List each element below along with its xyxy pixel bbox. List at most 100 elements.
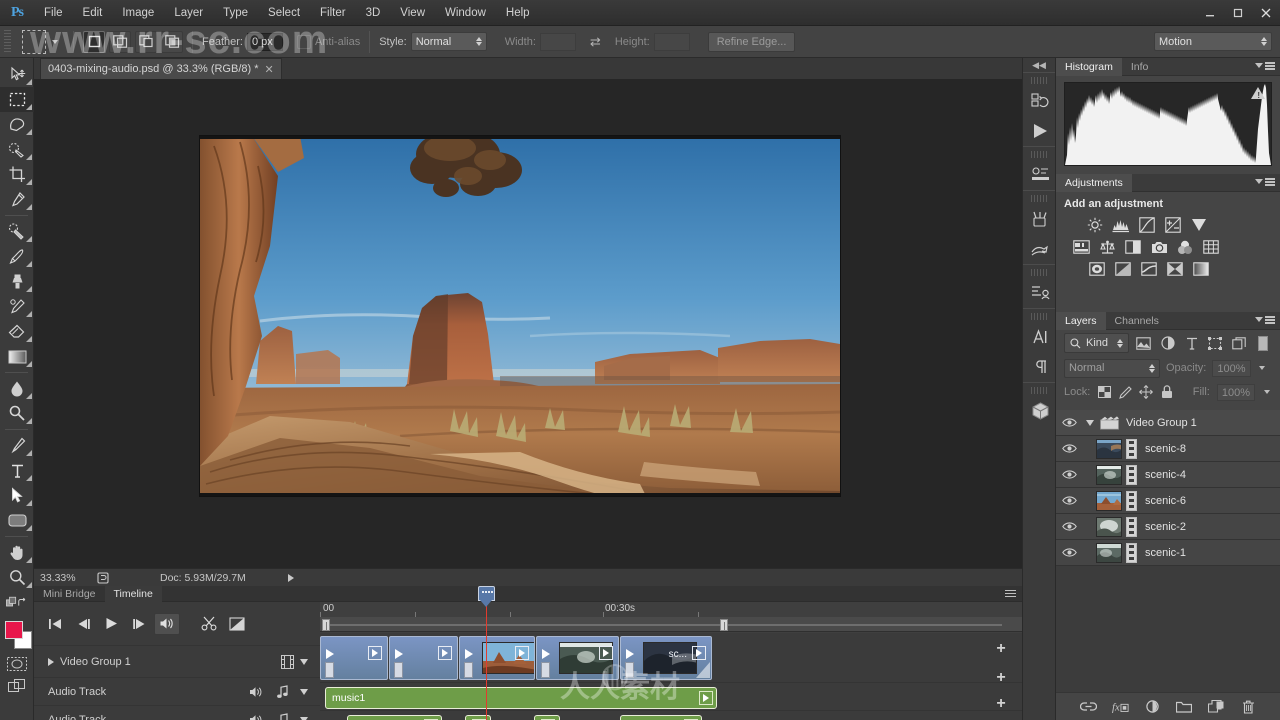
3d-icon[interactable] [1023,396,1057,426]
layer-row-scenic-1[interactable]: scenic-1 [1056,540,1280,566]
dock-grip[interactable] [1031,151,1047,158]
track-menu-chevron-icon[interactable] [300,658,308,665]
video-clip-5[interactable]: sc... [620,636,712,680]
fill-value[interactable]: 100% [1216,383,1255,401]
tab-layers[interactable]: Layers [1056,311,1106,330]
gradient-map-icon[interactable] [1192,260,1210,278]
adjustment-filter-icon[interactable] [1159,333,1177,353]
group-disclosure-icon[interactable] [1082,419,1098,426]
add-audio-button-2[interactable]: + [990,691,1012,717]
menu-image[interactable]: Image [112,0,164,26]
curves-icon[interactable] [1138,216,1156,234]
filter-toggle-icon[interactable] [1254,333,1272,353]
speaker-icon[interactable] [249,686,263,698]
blend-mode-select[interactable]: Normal [1064,358,1160,378]
swap-width-height-icon[interactable]: ⇄ [590,34,601,50]
levels-icon[interactable] [1112,216,1130,234]
options-bar-grip[interactable] [4,29,11,54]
music-note-icon[interactable] [277,713,288,720]
dock-grip[interactable] [1031,77,1047,84]
split-at-playhead-button[interactable] [196,612,222,636]
actions-play-icon[interactable] [1023,116,1057,146]
black-white-icon[interactable] [1124,238,1142,256]
pixel-filter-icon[interactable] [1135,333,1153,353]
add-audio-button-1[interactable]: + [990,665,1012,691]
intersect-selection-button[interactable] [161,30,183,53]
fill-chevron-icon[interactable] [1264,390,1270,394]
foreground-color-swatch[interactable] [5,621,23,639]
audio-clip-narration-4[interactable]: narration... [620,715,702,720]
audio-mute-button[interactable] [154,612,180,635]
layer-list[interactable]: Video Group 1 scenic-8 scenic-4 scenic-6… [1056,410,1280,692]
clip-end-icon[interactable] [692,646,706,660]
canvas-area[interactable] [34,80,1022,568]
maximize-button[interactable] [1224,0,1252,26]
opacity-value[interactable]: 100% [1212,359,1251,377]
clip-end-icon[interactable] [699,691,713,705]
menu-file[interactable]: File [34,0,73,26]
clip-fade-handle[interactable] [325,662,334,678]
history-icon[interactable] [1023,86,1057,116]
eraser-tool[interactable] [0,319,34,344]
gradient-tool[interactable] [0,344,34,369]
dodge-tool[interactable] [0,401,34,426]
photo-filter-icon[interactable] [1150,238,1168,256]
workspace-switcher[interactable]: Motion [1154,32,1272,51]
video-clip-3[interactable] [459,636,535,680]
dock-grip[interactable] [1031,269,1047,276]
hand-tool[interactable] [0,540,34,565]
path-selection-tool[interactable] [0,483,34,508]
new-layer-icon[interactable] [1207,698,1225,715]
close-icon[interactable]: ✕ [265,63,274,76]
visibility-eye-icon[interactable] [1056,436,1082,462]
audio-clip-narration-1[interactable]: narration-ex... [347,715,442,720]
layer-row-scenic-2[interactable]: scenic-2 [1056,514,1280,540]
audio-clip-narration-2[interactable] [465,715,491,720]
menu-layer[interactable]: Layer [164,0,213,26]
new-selection-button[interactable] [83,30,105,53]
adjustments-panel-menu-icon[interactable] [1255,178,1275,186]
menu-select[interactable]: Select [258,0,310,26]
visibility-eye-icon[interactable] [1056,462,1082,488]
exposure-icon[interactable] [1164,216,1182,234]
histogram-panel-menu-icon[interactable] [1255,62,1275,70]
audio-clip-narration-3[interactable] [534,715,560,720]
layer-row-scenic-4[interactable]: scenic-4 [1056,462,1280,488]
add-media-button[interactable]: + [990,633,1012,665]
width-input[interactable] [539,32,576,51]
height-input[interactable] [653,32,690,51]
style-select[interactable]: Normal [410,32,487,51]
layer-row-video-group-1[interactable]: Video Group 1 [1056,410,1280,436]
document-profile-icon[interactable] [92,571,114,584]
pen-tool[interactable] [0,433,34,458]
menu-filter[interactable]: Filter [310,0,356,26]
visibility-eye-icon[interactable] [1056,540,1082,566]
work-area-start-handle[interactable] [322,619,330,631]
zoom-tool[interactable] [0,565,34,590]
tab-adjustments[interactable]: Adjustments [1056,173,1132,192]
hue-saturation-icon[interactable] [1072,238,1090,256]
rectangular-marquee-icon[interactable] [22,29,46,54]
film-icon[interactable] [281,654,294,669]
clip-fade-handle[interactable] [464,662,473,678]
close-button[interactable] [1252,0,1280,26]
vibrance-icon[interactable] [1190,216,1208,234]
audio-clip-music1[interactable]: music1 [325,687,717,709]
history-brush-tool[interactable] [0,294,34,319]
clip-fade-handle[interactable] [394,662,403,678]
layer-row-scenic-6[interactable]: scenic-6 [1056,488,1280,514]
move-tool[interactable] [0,62,34,87]
invert-icon[interactable] [1088,260,1106,278]
disclosure-triangle-icon[interactable] [48,657,54,666]
audio-track-menu-chevron-icon[interactable] [300,716,308,720]
clip-end-icon[interactable] [515,646,529,660]
playhead-handle-icon[interactable] [478,586,495,601]
blur-tool[interactable] [0,376,34,401]
type-tool[interactable] [0,458,34,483]
clone-source-icon[interactable] [1023,234,1057,264]
refine-edge-button[interactable]: Refine Edge... [707,31,796,52]
brightness-contrast-icon[interactable] [1086,216,1104,234]
layer-mask-icon[interactable] [1144,698,1161,715]
lock-image-icon[interactable] [1118,385,1133,399]
clip-end-icon[interactable] [599,646,613,660]
